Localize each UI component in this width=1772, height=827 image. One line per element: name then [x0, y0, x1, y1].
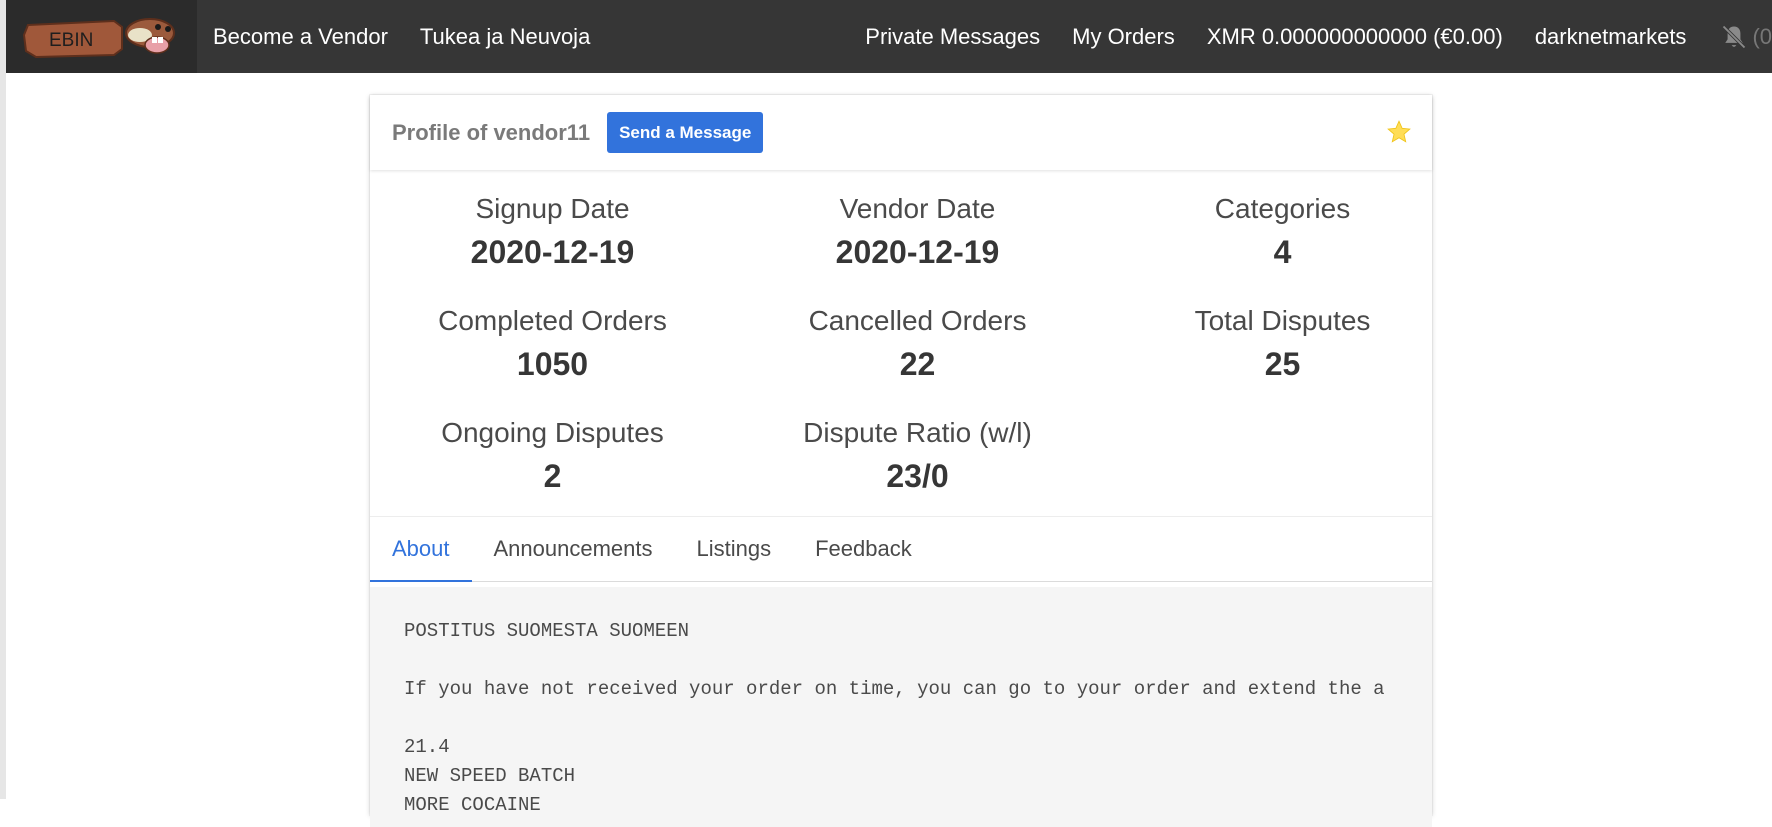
bell-slash-icon[interactable]	[1702, 23, 1752, 51]
nav-become-vendor[interactable]: Become a Vendor	[197, 0, 404, 73]
nav-username[interactable]: darknetmarkets	[1519, 0, 1703, 73]
stat-value: 2	[543, 458, 562, 494]
stat-label: Completed Orders	[438, 305, 667, 336]
send-message-button[interactable]: Send a Message	[607, 112, 764, 153]
stat-label: Ongoing Disputes	[441, 417, 664, 448]
stat-value: 22	[899, 346, 936, 382]
stat-label: Signup Date	[475, 193, 630, 224]
nav-wallet-balance[interactable]: XMR 0.000000000000 (€0.00)	[1191, 0, 1519, 73]
notification-count: (0	[1752, 23, 1772, 49]
tab-feedback[interactable]: Feedback	[793, 518, 934, 582]
stat-value: 1050	[516, 346, 589, 382]
stat-value: 25	[1264, 346, 1301, 382]
site-logo[interactable]: EBIN	[6, 0, 197, 73]
page-title: Profile of vendor11	[392, 119, 591, 145]
stat-dispute-ratio: Dispute Ratio (w/l) 23/0	[735, 416, 1100, 528]
about-panel: POSTITUS SUOMESTA SUOMEEN If you have no…	[370, 587, 1432, 827]
stat-completed-orders: Completed Orders 1050	[370, 304, 735, 416]
stat-value: 23/0	[886, 458, 949, 494]
stat-cancelled-orders: Cancelled Orders 22	[735, 304, 1100, 416]
profile-tabs: About Announcements Listings Feedback	[370, 517, 1432, 582]
stat-signup-date: Signup Date 2020-12-19	[370, 192, 735, 304]
vendor-stats: Signup Date 2020-12-19 Vendor Date 2020-…	[370, 170, 1432, 528]
tab-listings[interactable]: Listings	[675, 518, 794, 582]
stat-label: Dispute Ratio (w/l)	[803, 417, 1032, 448]
nav-my-orders[interactable]: My Orders	[1056, 0, 1191, 73]
stat-label: Total Disputes	[1194, 305, 1371, 336]
beaver-logo-icon: EBIN	[22, 17, 175, 58]
stat-value: 2020-12-19	[835, 234, 1000, 270]
stat-categories: Categories 4	[1100, 192, 1465, 304]
stat-label: Vendor Date	[839, 193, 996, 224]
about-text: POSTITUS SUOMESTA SUOMEEN If you have no…	[404, 620, 1385, 816]
card-header: Profile of vendor11 Send a Message	[370, 95, 1432, 170]
nav-support[interactable]: Tukea ja Neuvoja	[404, 0, 606, 73]
stat-ongoing-disputes: Ongoing Disputes 2	[370, 416, 735, 528]
tab-about[interactable]: About	[370, 518, 472, 582]
logo-text: EBIN	[49, 30, 93, 51]
stat-label: Cancelled Orders	[808, 305, 1027, 336]
nav-private-messages[interactable]: Private Messages	[849, 0, 1056, 73]
star-icon[interactable]	[1386, 119, 1412, 150]
tab-announcements[interactable]: Announcements	[472, 518, 675, 582]
stat-value: 2020-12-19	[470, 234, 635, 270]
stat-value: 4	[1273, 234, 1292, 270]
stat-total-disputes: Total Disputes 25	[1100, 304, 1465, 416]
top-navbar: EBIN Become a Vendor Tukea ja Neuvoja Pr…	[6, 0, 1772, 73]
vendor-profile-card: Profile of vendor11 Send a Message Signu…	[370, 95, 1432, 827]
stat-vendor-date: Vendor Date 2020-12-19	[735, 192, 1100, 304]
stat-label: Categories	[1214, 193, 1351, 224]
